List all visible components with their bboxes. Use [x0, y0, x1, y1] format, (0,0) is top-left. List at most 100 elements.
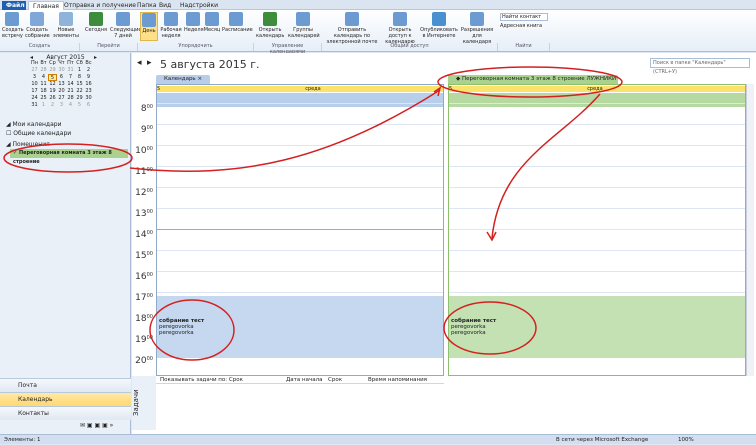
- address-book-button[interactable]: Адресная книга: [500, 23, 542, 29]
- day-cell[interactable]: 20: [57, 88, 66, 95]
- next-7-days-button[interactable]: Следующие 7 дней: [110, 12, 141, 39]
- day-cell[interactable]: 12: [48, 81, 57, 88]
- nav-contacts[interactable]: Контакты: [0, 406, 131, 420]
- email-calendar-button[interactable]: Отправить календарь по электронной почте: [324, 12, 380, 45]
- day-cell[interactable]: 7: [66, 74, 75, 81]
- day-cell[interactable]: 31: [30, 102, 39, 109]
- tab-addins[interactable]: Надстройки: [176, 1, 222, 10]
- day-cell[interactable]: 17: [30, 88, 39, 95]
- day-cell[interactable]: 26: [48, 95, 57, 102]
- publish-online-button[interactable]: Опубликовать в Интернете: [420, 12, 458, 39]
- day-cell[interactable]: 29: [75, 95, 84, 102]
- weekday: Ср: [49, 60, 56, 66]
- tab-room-calendar[interactable]: ◆ Переговорная комната 3 этаж 8 строение…: [448, 75, 618, 91]
- day-cell[interactable]: 6: [57, 74, 66, 81]
- day-cell[interactable]: 3: [30, 74, 39, 81]
- schedule-button[interactable]: Расписание: [222, 12, 253, 33]
- new-appointment-button[interactable]: Создать встречу: [2, 12, 24, 39]
- day-view-button[interactable]: День: [140, 12, 158, 41]
- hour-minutes: 00: [146, 209, 153, 215]
- search-input[interactable]: Поиск в папке "Календарь" (CTRL+У): [650, 58, 750, 75]
- room-calendar-item[interactable]: ✓ Переговорная комната 3 этаж 8 строение: [10, 149, 128, 165]
- tab-home[interactable]: Главная: [28, 1, 64, 10]
- all-day-area[interactable]: [157, 93, 443, 107]
- day-cell[interactable]: 31: [66, 67, 75, 74]
- close-icon[interactable]: ×: [197, 76, 202, 82]
- calendar-permissions-button[interactable]: Разрешения для календаря: [460, 12, 494, 45]
- work-week-button[interactable]: Рабочая неделя: [160, 12, 182, 39]
- day-cell[interactable]: 15: [75, 81, 84, 88]
- today-button[interactable]: Сегодня: [84, 12, 108, 33]
- open-calendar-button[interactable]: Открыть календарь: [256, 12, 284, 39]
- day-cell[interactable]: 29: [48, 67, 57, 74]
- day-cell[interactable]: 30: [57, 67, 66, 74]
- tasks-reminder-column[interactable]: Время напоминания: [368, 376, 427, 384]
- day-cell[interactable]: 5: [48, 74, 57, 81]
- tasks-start-column[interactable]: Дата начала: [286, 376, 322, 384]
- day-cell[interactable]: 11: [39, 81, 48, 88]
- day-cell[interactable]: 9: [84, 74, 93, 81]
- vertical-scrollbar[interactable]: [746, 84, 754, 376]
- shared-calendars-item[interactable]: ☐ Общие календари: [6, 130, 71, 138]
- day-cell[interactable]: 4: [39, 74, 48, 81]
- day-cell[interactable]: 30: [84, 95, 93, 102]
- share-calendar-button[interactable]: Открыть доступ к календарю: [382, 12, 418, 45]
- day-cell[interactable]: 1: [75, 67, 84, 74]
- tasks-label: Задачи: [132, 376, 156, 430]
- day-cell[interactable]: 27: [30, 67, 39, 74]
- month-button[interactable]: Месяц: [203, 12, 221, 33]
- tasks-show-by[interactable]: Показывать задачи по: Срок: [160, 376, 243, 384]
- day-cell[interactable]: 24: [30, 95, 39, 102]
- day-cell[interactable]: 25: [39, 95, 48, 102]
- hour-line: [449, 292, 745, 293]
- tab-view[interactable]: Вид: [155, 1, 175, 10]
- tab-calendar[interactable]: Календарь ×: [156, 75, 210, 84]
- appointment[interactable]: собрание тест peregovorka peregovorka: [157, 316, 207, 340]
- day-cell[interactable]: 19: [48, 88, 57, 95]
- day-cell[interactable]: 3: [57, 102, 66, 109]
- day-cell[interactable]: 5: [75, 102, 84, 109]
- tab-send-receive[interactable]: Отправка и получение: [60, 1, 140, 10]
- nav-shortcut-icons[interactable]: ✉ ▣ ▣ ▣ »: [80, 422, 128, 430]
- day-cell[interactable]: 16: [84, 81, 93, 88]
- week-button[interactable]: Неделя: [184, 12, 204, 33]
- group-label-share: Общий доступ: [322, 43, 498, 51]
- room-appointment[interactable]: собрание тест peregovorka peregovorka: [449, 316, 509, 340]
- nav-calendar[interactable]: Календарь: [0, 392, 131, 406]
- find-contact-input[interactable]: Найти контакт: [500, 13, 548, 21]
- hour-line: [157, 208, 443, 209]
- new-meeting-button[interactable]: Создать собрание: [25, 12, 50, 39]
- new-items-button[interactable]: Новые элементы: [52, 12, 80, 39]
- day-cell[interactable]: 1: [39, 102, 48, 109]
- day-cell[interactable]: 14: [66, 81, 75, 88]
- prev-day-arrow[interactable]: ◂: [137, 58, 142, 68]
- tasks-due-column[interactable]: Срок: [328, 376, 342, 384]
- room-all-day-area[interactable]: [449, 93, 745, 107]
- day-cell[interactable]: 8: [75, 74, 84, 81]
- hour-number: 13: [135, 209, 147, 219]
- open-calendar-icon: [263, 12, 277, 26]
- rooms-header[interactable]: ◢ Помещения: [6, 141, 50, 149]
- day-cell[interactable]: 10: [30, 81, 39, 88]
- day-cell[interactable]: 13: [57, 81, 66, 88]
- my-calendars-header[interactable]: ◢ Мои календари: [6, 121, 61, 129]
- day-cell[interactable]: 21: [66, 88, 75, 95]
- hour-line: [157, 103, 443, 104]
- hour-label: 1400: [132, 230, 156, 240]
- hour-minutes: 00: [146, 125, 153, 131]
- tab-file[interactable]: Файл: [2, 1, 26, 10]
- day-cell[interactable]: 2: [48, 102, 57, 109]
- day-cell[interactable]: 23: [84, 88, 93, 95]
- day-cell[interactable]: 4: [66, 102, 75, 109]
- day-cell[interactable]: 22: [75, 88, 84, 95]
- calendar-groups-button[interactable]: Группы календарей: [288, 12, 320, 39]
- day-cell[interactable]: 28: [39, 67, 48, 74]
- next-day-arrow[interactable]: ▸: [147, 58, 152, 68]
- day-cell[interactable]: 6: [84, 102, 93, 109]
- nav-mail[interactable]: Почта: [0, 378, 131, 392]
- day-cell[interactable]: 28: [66, 95, 75, 102]
- day-cell[interactable]: 18: [39, 88, 48, 95]
- day-cell[interactable]: 27: [57, 95, 66, 102]
- day-cell[interactable]: 2: [84, 67, 93, 74]
- hour-minutes: 00: [146, 146, 153, 152]
